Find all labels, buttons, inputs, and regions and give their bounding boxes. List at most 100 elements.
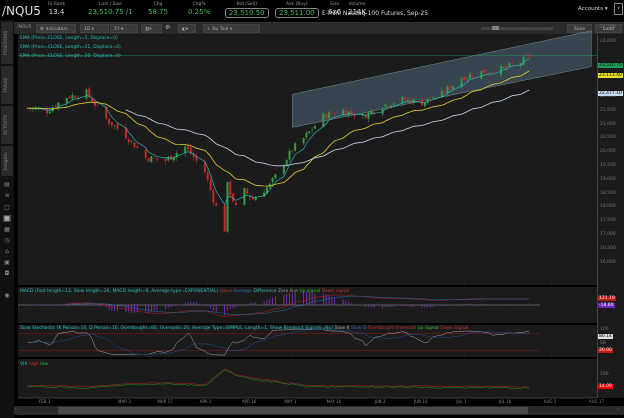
legend-up-signal: Up signal	[299, 289, 321, 294]
candle	[291, 150, 294, 152]
date-tick: JUL 16	[498, 399, 512, 404]
price-tick: 19,500	[600, 163, 616, 168]
date-tick: APR 16	[242, 399, 257, 404]
candle	[401, 96, 404, 103]
candle	[325, 114, 328, 119]
date-tick: JUN 2	[374, 399, 386, 404]
candle	[528, 54, 531, 57]
candle	[288, 150, 291, 160]
candle	[449, 85, 452, 90]
date-tick: AUG 1	[543, 399, 557, 404]
candle	[502, 66, 505, 68]
date-tick: MAR 3	[117, 399, 131, 404]
candle	[130, 140, 133, 142]
candle	[223, 205, 226, 232]
date-tick: FEB 3	[39, 399, 51, 404]
candle	[522, 56, 525, 65]
candle	[68, 96, 71, 99]
candle	[108, 119, 111, 124]
candle	[116, 124, 119, 129]
candle	[113, 125, 116, 127]
candle	[234, 202, 237, 206]
candle	[74, 95, 77, 98]
candle	[170, 155, 173, 160]
ema21-label[interactable]: EMA (Price=CLOSE, Length=21, Displace=0)	[20, 45, 121, 50]
scroll-right-icon[interactable]: ›	[617, 406, 619, 412]
legend-low: low	[40, 362, 48, 367]
ema21-price-tag: 23,113.40	[598, 73, 623, 78]
candle	[392, 103, 395, 105]
candle	[308, 131, 311, 134]
date-tick: APR 1	[199, 399, 212, 404]
price-tick: 24,500	[600, 25, 616, 30]
candle	[153, 157, 156, 159]
trend-channel	[292, 30, 592, 128]
price-tick: 16,500	[600, 245, 616, 251]
candle	[367, 112, 370, 119]
vix-label[interactable]: VIX high low	[20, 362, 48, 367]
candle	[350, 110, 353, 114]
candle	[406, 99, 409, 101]
candle	[313, 126, 316, 129]
candle	[212, 190, 215, 203]
price-tick: 21,000	[600, 121, 616, 127]
candle	[127, 139, 130, 143]
legend-average: Average	[233, 289, 252, 294]
candle	[150, 156, 153, 163]
price-tick: 18,000	[600, 204, 616, 210]
candle	[254, 197, 257, 201]
candle	[485, 73, 488, 74]
date-tick: MAY 16	[326, 399, 342, 404]
macd-label[interactable]: MACD (Fast length=12, Slow length=26, MA…	[20, 289, 349, 294]
date-tick: MAY 1	[284, 399, 297, 404]
candle	[54, 105, 57, 108]
candle	[85, 89, 88, 99]
price-tick: 20,000	[600, 149, 616, 155]
candle	[466, 77, 469, 79]
candle	[46, 109, 48, 114]
date-tick: AUG 17	[588, 399, 605, 404]
candle	[353, 115, 356, 117]
legend-overbought: Overbought	[367, 326, 395, 331]
vix-tick-100: 100	[600, 372, 609, 377]
stochastic-label[interactable]: Slow Stochastic (K Period=10, D Period=1…	[20, 326, 468, 331]
candle	[226, 182, 229, 232]
price-tick: 19,000	[600, 176, 616, 182]
stoch-tick-50: 50	[600, 341, 606, 346]
candle	[246, 188, 249, 194]
candle	[305, 132, 308, 138]
candle	[311, 129, 314, 131]
price-tick: 17,000	[600, 232, 616, 237]
ema50-price-tag: 22,477.10	[598, 91, 623, 96]
date-tick: MAR 17	[157, 399, 173, 404]
scrollbar-thumb[interactable]	[58, 407, 528, 414]
candle	[187, 146, 189, 150]
legend-value: Value	[219, 289, 232, 294]
candle	[96, 104, 99, 106]
scroll-left-icon[interactable]: ‹	[15, 406, 17, 412]
candle	[463, 76, 466, 81]
stoch-tick-100: 100	[600, 327, 609, 332]
stoch-params: Slow Stochastic (K Period=10, D Period=1…	[20, 326, 334, 331]
candle	[136, 146, 139, 148]
candle	[48, 111, 51, 114]
legend-slow-d: Slow D	[350, 326, 367, 331]
candle	[184, 146, 187, 154]
vix-value-tag: 14.09	[598, 384, 613, 389]
candle	[432, 98, 435, 99]
candle	[144, 149, 147, 158]
price-tick: 16,000	[600, 259, 616, 265]
candle	[500, 66, 503, 75]
candle	[93, 101, 96, 106]
candle	[443, 91, 446, 94]
candle	[480, 71, 483, 79]
vix-low-line	[27, 369, 530, 390]
price-tick: 21,500	[600, 107, 616, 113]
ema5-label[interactable]: EMA (Price=CLOSE, Length=5, Displace=0)	[20, 36, 118, 41]
candle	[147, 158, 150, 162]
last-price-tag: 23,510.75	[598, 63, 623, 68]
ema50-label[interactable]: EMA (Price=CLOSE, Length=50, Displace=0)	[20, 54, 121, 59]
candle	[209, 179, 212, 190]
candle	[387, 105, 390, 107]
candle	[328, 112, 330, 119]
